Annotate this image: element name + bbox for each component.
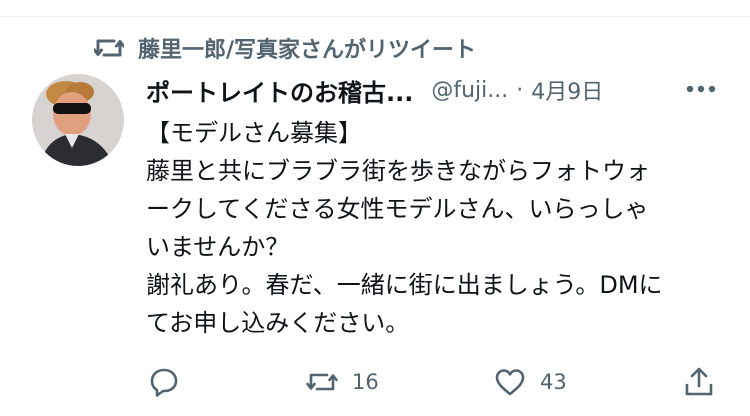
tweet-text-line: 謝礼あり。春だ、一緒に街に出ましょう。DMに xyxy=(146,271,663,299)
reply-icon xyxy=(148,366,180,398)
tweet-content: ポートレイトのお稽古... @fuji... · 4月9日 【モデルさん募集】 … xyxy=(146,68,730,342)
tweet-text-line: ークしてくださる女性モデルさん、いらっしゃ xyxy=(146,195,649,223)
retweeted-by-label[interactable]: 藤里一郎/写真家さんがリツイート xyxy=(138,32,476,64)
tweet-text: 【モデルさん募集】 藤里と共にブラブラ街を歩きながらフォトウォ ークしてくださる… xyxy=(146,114,730,342)
tweet-date[interactable]: 4月9日 xyxy=(531,74,603,106)
tweet-header: ポートレイトのお稽古... @fuji... · 4月9日 xyxy=(146,68,730,112)
retweet-button[interactable]: 16 xyxy=(306,362,379,402)
tweet-text-line: いませんか？ xyxy=(146,233,290,261)
author-handle[interactable]: @fuji... xyxy=(431,78,508,103)
separator-dot: · xyxy=(516,77,524,103)
retweet-icon xyxy=(94,35,124,61)
share-icon xyxy=(684,366,714,398)
retweet-icon xyxy=(306,368,338,396)
like-count: 43 xyxy=(540,370,567,394)
tweet-text-line: てお申し込みください。 xyxy=(146,309,410,337)
tweet-text-line: 藤里と共にブラブラ街を歩きながらフォトウォ xyxy=(146,157,650,185)
tweet-text-line: 【モデルさん募集】 xyxy=(146,119,362,147)
like-button[interactable]: 43 xyxy=(494,362,567,402)
tweet-actions: 16 43 xyxy=(148,362,718,402)
author-name[interactable]: ポートレイトのお稽古... xyxy=(146,73,413,108)
more-options-button[interactable] xyxy=(684,76,718,102)
retweet-count: 16 xyxy=(352,370,379,394)
top-divider xyxy=(0,16,750,17)
reply-button[interactable] xyxy=(148,362,180,402)
share-button[interactable] xyxy=(684,362,714,402)
heart-icon xyxy=(494,367,526,397)
avatar[interactable] xyxy=(32,74,124,166)
more-horizontal-icon xyxy=(686,85,716,93)
retweet-context: 藤里一郎/写真家さんがリツイート xyxy=(94,33,476,63)
